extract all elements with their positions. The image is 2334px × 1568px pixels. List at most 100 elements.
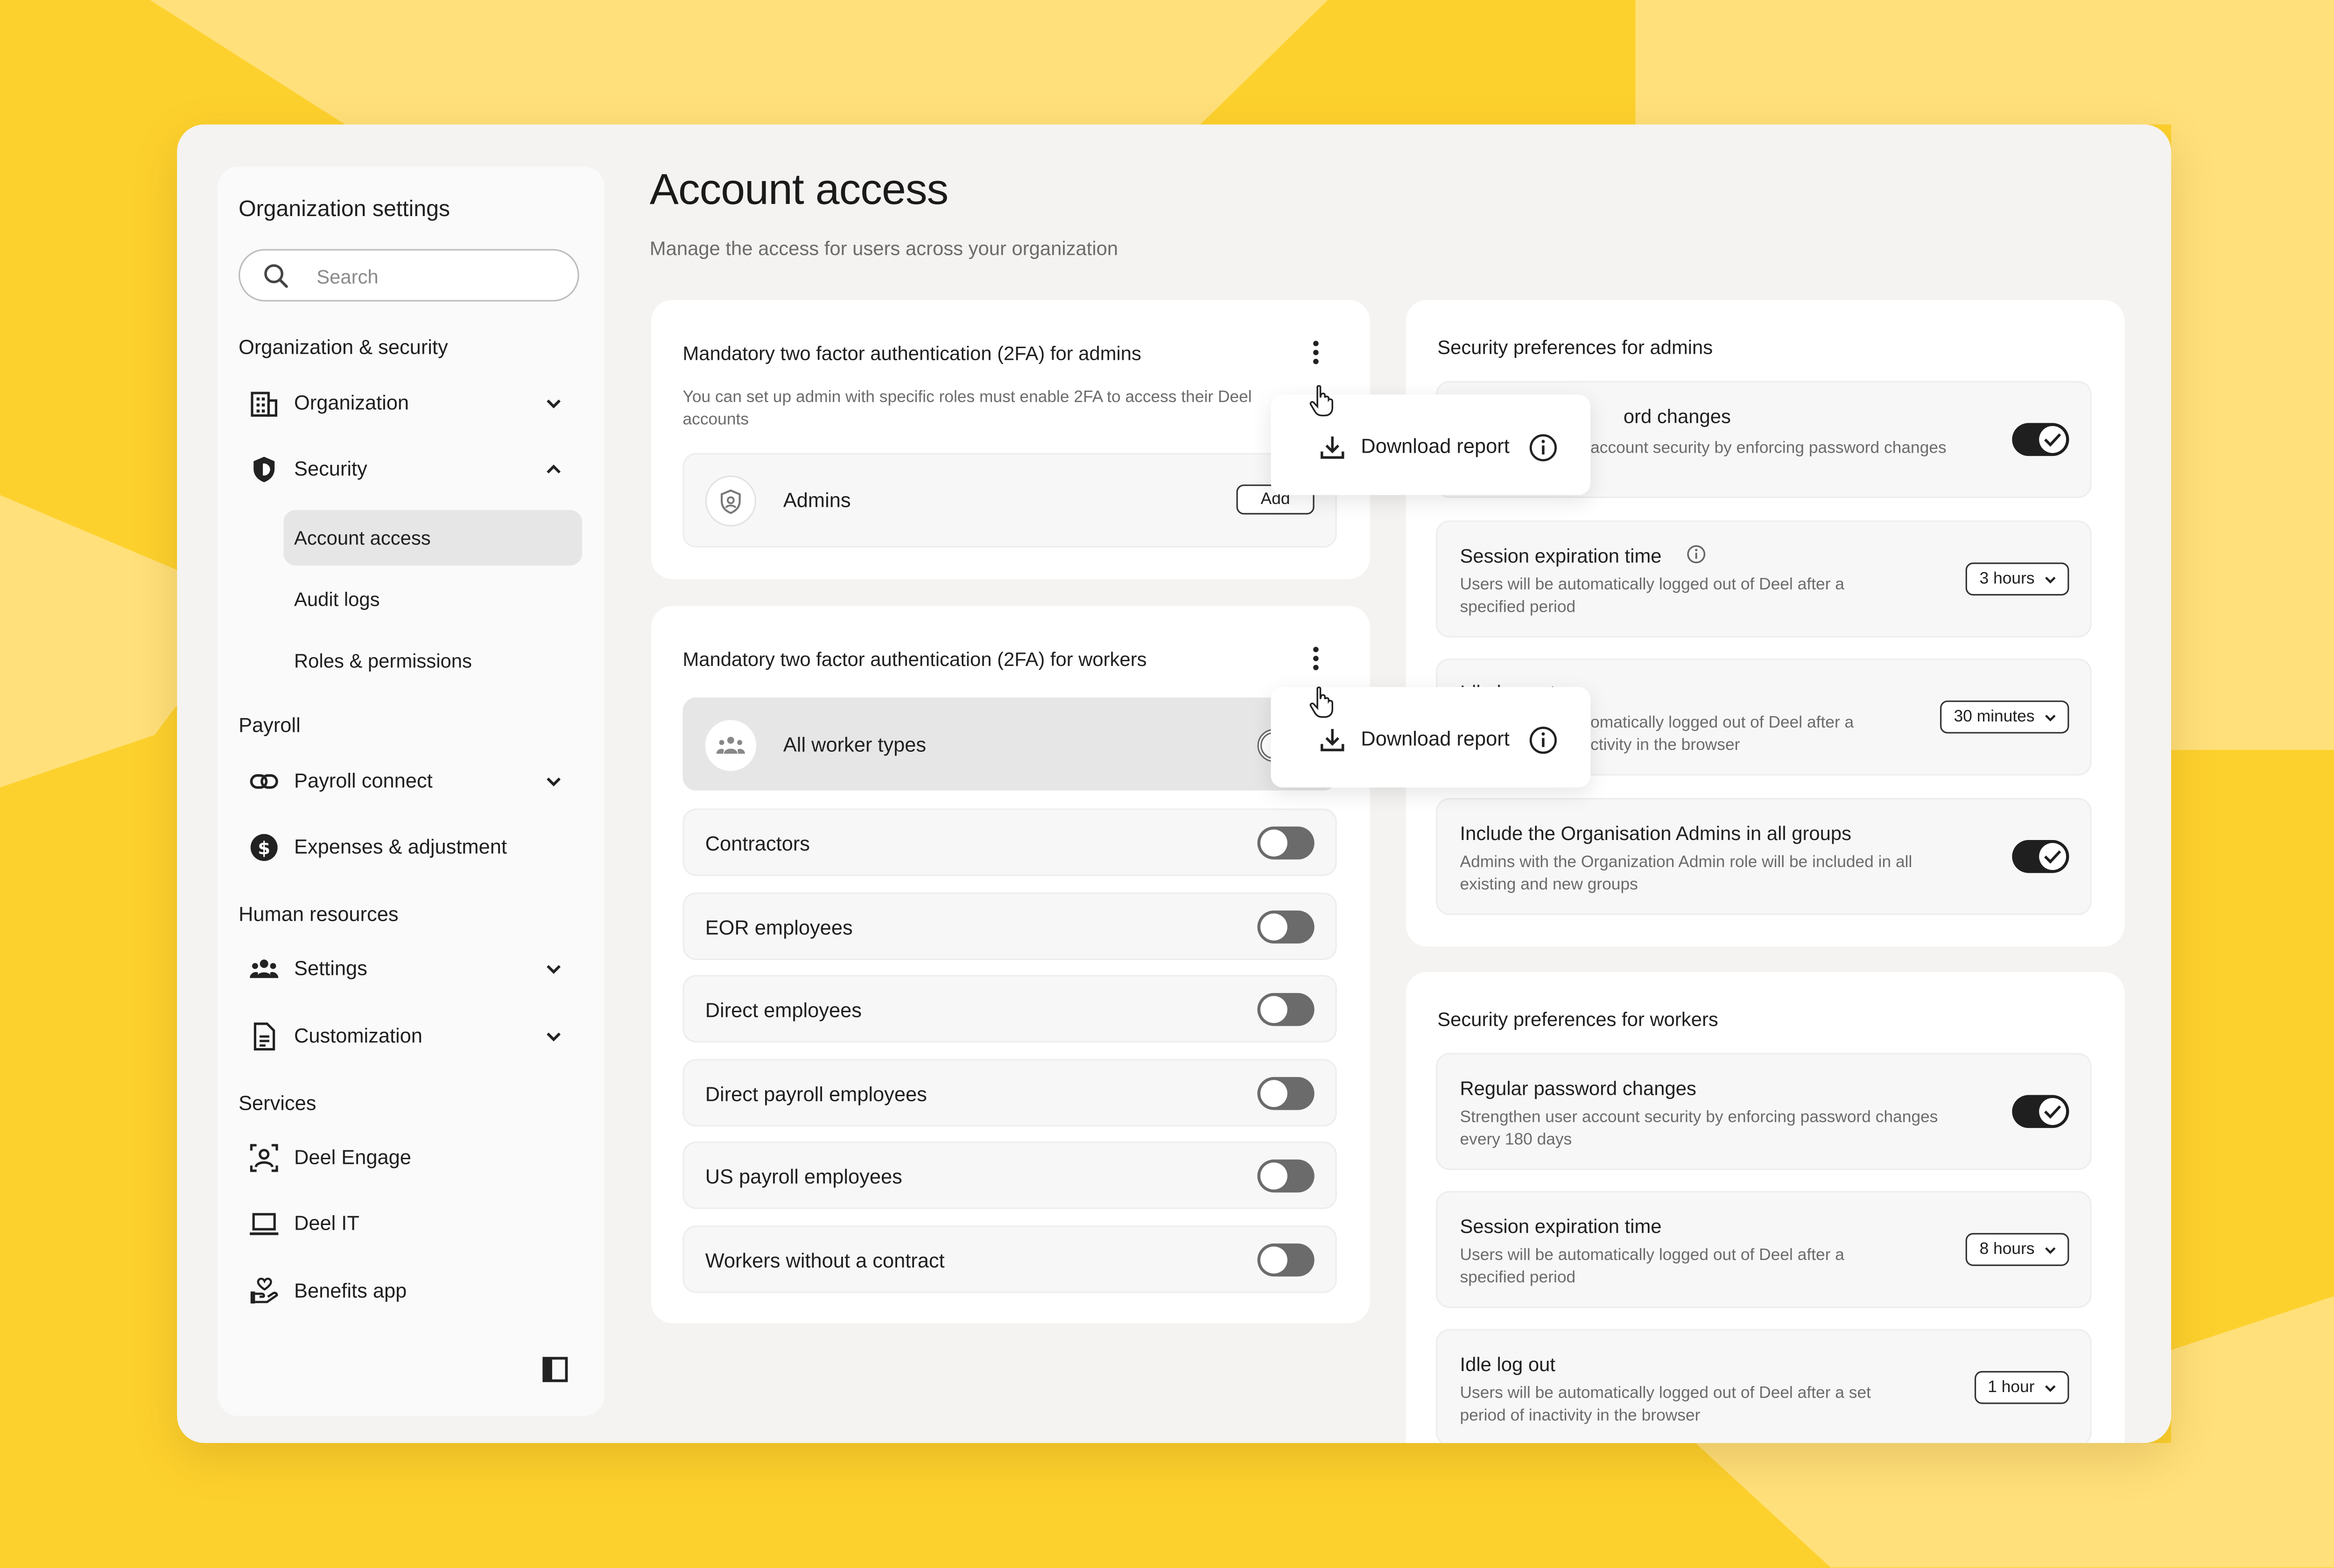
info-icon[interactable] (1529, 726, 1557, 755)
sidebar-item-benefits-app[interactable]: Benefits app (249, 1269, 579, 1314)
sidebar-item-expenses[interactable]: $ Expenses & adjustment (249, 825, 579, 870)
hand-heart-icon (250, 1277, 278, 1304)
pref-description: Strengthen user account security by enfo… (1460, 1107, 2000, 1152)
people-icon (716, 736, 745, 754)
pref-description: Users will be automatically logged out o… (1460, 1245, 1910, 1290)
sidebar-item-customization[interactable]: Customization (249, 1014, 579, 1059)
eor-employees-toggle[interactable] (1257, 910, 1315, 944)
row-label: Direct payroll employees (705, 1083, 927, 1106)
card-title: Mandatory two factor authentication (2FA… (682, 648, 1147, 671)
download-report-option[interactable]: Download report (1361, 728, 1509, 750)
search-placeholder: Search (316, 265, 379, 288)
row-label: US payroll employees (705, 1165, 902, 1188)
chevron-down-icon[interactable] (545, 772, 563, 791)
admin-password-changes-toggle[interactable] (2012, 423, 2069, 456)
search-icon (264, 264, 288, 288)
sidebar-subitem-label: Audit logs (294, 588, 380, 611)
include-org-admins-toggle[interactable] (2012, 840, 2069, 873)
chevron-down-icon (2045, 1385, 2056, 1392)
link-icon (250, 774, 278, 789)
row-label: Direct employees (705, 999, 862, 1022)
description-line: Admins with the Organization Admin role … (1460, 853, 1912, 872)
svg-text:$: $ (258, 838, 270, 859)
direct-employees-toggle[interactable] (1257, 993, 1315, 1026)
description-line: Strengthen user account security by enfo… (1460, 1108, 1938, 1127)
sidebar-item-label: Customization (294, 1024, 422, 1047)
worker-type-row: Direct employees (682, 975, 1337, 1043)
row-label: All worker types (783, 733, 927, 756)
worker-security-preferences-card: Security preferences for workers Regular… (1406, 972, 2125, 1443)
workers-without-contract-toggle[interactable] (1257, 1243, 1315, 1277)
us-payroll-employees-toggle[interactable] (1257, 1159, 1315, 1193)
more-options-icon[interactable] (1308, 645, 1323, 672)
chevron-down-icon[interactable] (545, 960, 563, 978)
row-label: Admins (783, 489, 851, 512)
section-human-resources: Human resources (239, 903, 399, 926)
pref-description: account security by enforcing password c… (1590, 439, 1947, 458)
worker-idle-logout-dropdown[interactable]: 1 hour (1974, 1371, 2069, 1404)
worker-type-row: Contractors (682, 808, 1337, 876)
worker-session-expiration-pref: Session expiration time Users will be au… (1436, 1191, 2092, 1308)
page-title: Account access (649, 166, 949, 215)
sidebar-item-label: Settings (294, 957, 367, 980)
admin-idle-logout-dropdown[interactable]: 30 minutes (1940, 700, 2069, 734)
worker-session-expiration-dropdown[interactable]: 8 hours (1966, 1233, 2069, 1266)
worker-password-changes-pref: Regular password changes Strengthen user… (1436, 1053, 2092, 1170)
shield-icon (720, 489, 741, 514)
download-report-option[interactable]: Download report (1361, 435, 1509, 457)
sidebar-item-label: Payroll connect (294, 769, 433, 792)
pref-description: Users will be automatically logged out o… (1460, 1383, 1910, 1428)
chevron-down-icon (2045, 714, 2056, 722)
download-icon (1321, 729, 1344, 751)
info-icon[interactable] (1529, 434, 1557, 462)
info-icon[interactable] (1687, 545, 1706, 564)
chevron-down-icon[interactable] (545, 394, 563, 413)
chevron-down-icon[interactable] (545, 1028, 563, 1046)
direct-payroll-employees-toggle[interactable] (1257, 1077, 1315, 1110)
sidebar-collapse-icon[interactable] (541, 1356, 569, 1383)
sidebar-item-label: Expenses & adjustment (294, 835, 507, 858)
sidebar-item-security[interactable]: Security (249, 447, 579, 492)
sidebar-item-settings[interactable]: Settings (249, 946, 579, 991)
description-line: You can set up admin with specific roles… (682, 388, 1252, 407)
sidebar-item-deel-it[interactable]: Deel IT (249, 1202, 579, 1246)
sidebar-subitem-label: Roles & permissions (294, 649, 472, 672)
section-payroll: Payroll (239, 714, 301, 737)
sidebar-subitem-roles-permissions[interactable]: Roles & permissions (284, 633, 583, 688)
row-label: Workers without a contract (705, 1249, 945, 1272)
hand-cursor-icon (1309, 385, 1334, 417)
card-title: Mandatory two factor authentication (2FA… (682, 342, 1141, 365)
card-title: Security preferences for workers (1437, 1008, 1718, 1031)
sidebar-item-label: Organization (294, 391, 409, 414)
pref-title: Include the Organisation Admins in all g… (1460, 822, 1852, 845)
sidebar-subitem-account-access[interactable]: Account access (283, 510, 583, 566)
description-line: accounts (682, 411, 749, 429)
chevron-up-icon[interactable] (545, 461, 563, 479)
chevron-down-icon (2045, 576, 2056, 584)
pref-title: Regular password changes (1460, 1077, 1696, 1100)
admin-session-expiration-dropdown[interactable]: 3 hours (1966, 562, 2069, 596)
contractors-toggle[interactable] (1257, 826, 1315, 860)
description-line: existing and new groups (1460, 876, 1638, 894)
description-line: Users will be automatically logged out o… (1460, 1246, 1844, 1265)
worker-type-row: Workers without a contract (682, 1225, 1337, 1293)
pref-title: Session expiration time (1460, 1215, 1662, 1238)
people-icon (250, 959, 279, 978)
sidebar-item-payroll-connect[interactable]: Payroll connect (249, 759, 579, 804)
sidebar-item-label: Benefits app (294, 1279, 407, 1302)
sidebar-subitem-audit-logs[interactable]: Audit logs (284, 572, 583, 627)
worker-type-row: EOR employees (682, 892, 1337, 960)
workers-2fa-card: Mandatory two factor authentication (2FA… (651, 606, 1370, 1323)
worker-password-changes-toggle[interactable] (2012, 1095, 2069, 1128)
sidebar-item-organization[interactable]: Organization (249, 381, 579, 426)
worker-type-row: All worker types (682, 697, 1337, 791)
sidebar-item-deel-engage[interactable]: Deel Engage (249, 1135, 579, 1180)
more-options-icon[interactable] (1308, 339, 1323, 366)
description-line: specified period (1460, 598, 1576, 617)
search-input[interactable]: Search (239, 249, 579, 302)
sidebar-subitem-label: Account access (294, 526, 431, 549)
sidebar: Organization settings Search Organizatio… (218, 166, 605, 1416)
hand-cursor-icon (1309, 686, 1334, 718)
row-label: Contractors (705, 832, 810, 855)
shield-icon (253, 456, 275, 483)
